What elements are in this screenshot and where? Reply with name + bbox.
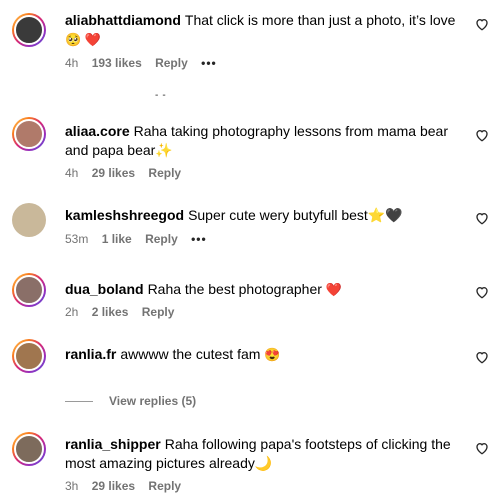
username[interactable]: ranlia.fr [65,346,116,362]
username[interactable]: kamleshshreegod [65,207,184,223]
heart-outline-icon[interactable] [474,210,490,226]
reply-button[interactable]: Reply [148,166,181,180]
comment-meta: 2h 2 likes Reply [65,304,184,320]
decorative-dashes: -- [155,90,170,101]
avatar[interactable] [12,13,46,47]
heart-emoji: ❤️ [325,282,342,297]
avatar[interactable] [12,339,46,373]
comment-text: That click is more than just a photo, it… [184,12,456,28]
avatar[interactable] [12,273,46,307]
comment-text-block: ranlia_shipper Raha following papa's foot… [65,435,460,473]
timestamp: 53m [65,232,89,246]
likes-count[interactable]: 2 likes [92,305,129,319]
timestamp: 3h [65,479,79,493]
reply-button[interactable]: Reply [145,232,178,246]
reply-button[interactable]: Reply [148,479,181,493]
comment-text-block: ranlia.fr awwww the cutest fam 😍 [65,345,460,364]
likes-count[interactable]: 1 like [102,232,132,246]
heart-outline-icon[interactable] [474,349,490,365]
likes-count[interactable]: 29 likes [92,479,135,493]
more-options-icon[interactable]: ••• [201,56,217,70]
username[interactable]: aliabhattdiamond [65,12,181,28]
username[interactable]: dua_boland [65,281,144,297]
comment-text-block: aliaa.core Raha taking photography lesson… [65,122,460,160]
likes-count[interactable]: 193 likes [92,56,142,70]
heart-outline-icon[interactable] [474,440,490,456]
emoji: 🥺 ❤️ [65,32,101,47]
reply-button[interactable]: Reply [155,56,188,70]
comment-meta: 4h 29 likes Reply [65,165,191,181]
username[interactable]: ranlia_shipper [65,436,161,452]
comment-text: Raha the best photographer [147,281,322,297]
heart-outline-icon[interactable] [474,16,490,32]
timestamp: 4h [65,166,79,180]
timestamp: 4h [65,56,79,70]
comment-text-block: dua_boland Raha the best photographer ❤️ [65,280,460,299]
comment-meta: 53m 1 like Reply ••• [65,231,217,247]
avatar[interactable] [12,203,46,237]
likes-count[interactable]: 29 likes [92,166,135,180]
comment-text-block: aliabhattdiamond That click is more than … [65,11,460,49]
heart-outline-icon[interactable] [474,284,490,300]
divider [65,401,93,403]
avatar[interactable] [12,117,46,151]
timestamp: 2h [65,305,79,319]
comment-text-block: kamleshshreegod Super cute wery butyfull … [65,206,460,225]
heart-outline-icon[interactable] [474,127,490,143]
avatar[interactable] [12,432,46,466]
more-options-icon[interactable]: ••• [191,232,207,246]
comment-meta: 3h 29 likes Reply [65,478,191,494]
comment-meta: 4h 193 likes Reply ••• [65,55,227,71]
comment-text: awwww the cutest fam [120,346,261,362]
reply-button[interactable]: Reply [142,305,175,319]
view-replies-button[interactable]: View replies (5) [65,394,196,408]
view-replies-label: View replies (5) [109,394,197,408]
heart-eyes-emoji: 😍 [264,347,281,362]
username[interactable]: aliaa.core [65,123,130,139]
comment-text: Super cute wery butyfull best⭐🖤 [188,207,403,223]
